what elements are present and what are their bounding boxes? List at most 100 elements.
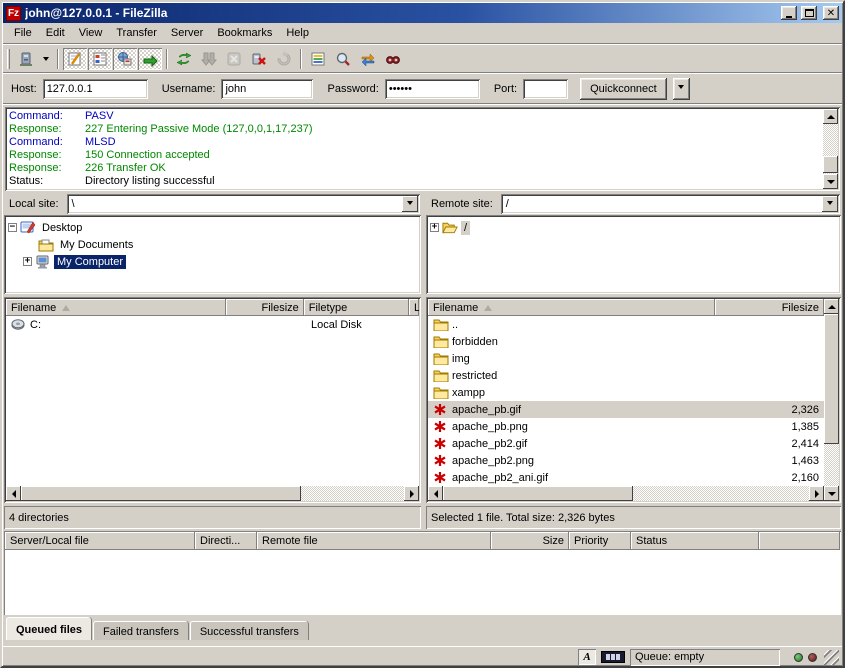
file-row[interactable]: apache_pb.png 1,385 bbox=[428, 418, 824, 435]
column-header-filename[interactable]: Filename bbox=[428, 299, 715, 316]
toggle-log-view-button[interactable] bbox=[63, 48, 87, 70]
column-header-priority[interactable]: Priority bbox=[569, 532, 631, 550]
toolbar-separator bbox=[57, 49, 59, 69]
disconnect-button[interactable] bbox=[247, 48, 271, 70]
collapse-icon[interactable]: − bbox=[8, 223, 17, 232]
file-row[interactable]: apache_pb2_ani.gif 2,160 bbox=[428, 469, 824, 486]
column-header-direction[interactable]: Directi... bbox=[195, 532, 257, 550]
column-header-lastmodified[interactable]: L bbox=[409, 299, 419, 316]
menu-bookmarks[interactable]: Bookmarks bbox=[210, 25, 279, 41]
tab-successful-transfers[interactable]: Successful transfers bbox=[190, 621, 309, 640]
menu-edit[interactable]: Edit bbox=[39, 25, 72, 41]
directory-filters-button[interactable] bbox=[306, 48, 330, 70]
file-row[interactable]: .. bbox=[428, 316, 824, 333]
quickconnect-dropdown-button[interactable] bbox=[673, 78, 690, 100]
remote-list-header: Filename Filesize bbox=[428, 299, 824, 316]
arrow-down-icon bbox=[828, 492, 836, 500]
tab-failed-transfers[interactable]: Failed transfers bbox=[93, 621, 189, 640]
menu-help[interactable]: Help bbox=[279, 25, 316, 41]
site-manager-button[interactable] bbox=[14, 48, 38, 70]
column-header-server-local-file[interactable]: Server/Local file bbox=[5, 532, 195, 550]
toolbar-grip bbox=[7, 49, 10, 69]
column-header-size[interactable]: Size bbox=[491, 532, 569, 550]
scroll-thumb[interactable] bbox=[823, 156, 838, 173]
scroll-right-button[interactable] bbox=[809, 486, 824, 501]
password-input[interactable] bbox=[385, 79, 480, 99]
tree-item-desktop[interactable]: − Desktop bbox=[8, 219, 417, 236]
tree-item-my-computer[interactable]: + My Computer bbox=[8, 253, 417, 270]
site-manager-dropdown-button[interactable] bbox=[39, 48, 53, 70]
port-label: Port: bbox=[494, 83, 517, 95]
find-files-button[interactable] bbox=[381, 48, 405, 70]
file-row[interactable]: restricted bbox=[428, 367, 824, 384]
cancel-operation-button[interactable] bbox=[222, 48, 246, 70]
remote-site-combobox[interactable]: / bbox=[501, 194, 840, 214]
tree-item-my-documents[interactable]: My Documents bbox=[8, 236, 417, 253]
combo-dropdown-button[interactable] bbox=[822, 196, 838, 212]
column-header-filename[interactable]: Filename bbox=[6, 299, 226, 316]
quickconnect-button[interactable]: Quickconnect bbox=[580, 78, 667, 100]
file-row[interactable]: xampp bbox=[428, 384, 824, 401]
log-scrollbar[interactable] bbox=[823, 109, 838, 189]
remote-vertical-scrollbar[interactable] bbox=[824, 299, 839, 501]
menu-view[interactable]: View bbox=[72, 25, 110, 41]
column-header-status[interactable]: Status bbox=[631, 532, 759, 550]
file-row[interactable]: forbidden bbox=[428, 333, 824, 350]
scroll-up-button[interactable] bbox=[823, 109, 838, 124]
port-input[interactable] bbox=[523, 79, 568, 99]
menu-server[interactable]: Server bbox=[164, 25, 210, 41]
tab-queued-files[interactable]: Queued files bbox=[6, 617, 92, 640]
column-header-filesize[interactable]: Filesize bbox=[715, 299, 824, 316]
maximize-button[interactable] bbox=[801, 6, 817, 20]
local-site-combobox[interactable]: \ bbox=[67, 194, 420, 214]
scroll-up-button[interactable] bbox=[824, 299, 839, 314]
host-input[interactable] bbox=[43, 79, 148, 99]
file-row[interactable]: C: Local Disk bbox=[6, 316, 419, 333]
toggle-remote-tree-button[interactable] bbox=[113, 48, 137, 70]
minimize-button[interactable] bbox=[781, 6, 797, 20]
column-header-remote-file[interactable]: Remote file bbox=[257, 532, 491, 550]
reconnect-button[interactable] bbox=[272, 48, 296, 70]
combo-dropdown-button[interactable] bbox=[402, 196, 418, 212]
queue-body[interactable] bbox=[5, 550, 840, 614]
scroll-thumb[interactable] bbox=[443, 486, 633, 501]
file-row[interactable]: img bbox=[428, 350, 824, 367]
resize-grip[interactable] bbox=[824, 650, 839, 665]
scroll-left-button[interactable] bbox=[6, 486, 21, 501]
file-row[interactable]: apache_pb2.gif 2,414 bbox=[428, 435, 824, 452]
host-label: Host: bbox=[11, 83, 37, 95]
refresh-button[interactable] bbox=[172, 48, 196, 70]
file-row[interactable]: apache_pb2.png 1,463 bbox=[428, 452, 824, 469]
menu-file[interactable]: File bbox=[7, 25, 39, 41]
directory-comparison-button[interactable] bbox=[331, 48, 355, 70]
scroll-down-button[interactable] bbox=[823, 174, 838, 189]
process-queue-button[interactable] bbox=[197, 48, 221, 70]
scroll-thumb[interactable] bbox=[21, 486, 301, 501]
transfer-queue: Server/Local file Directi... Remote file… bbox=[4, 531, 841, 615]
expand-icon[interactable]: + bbox=[23, 257, 32, 266]
minimize-icon bbox=[786, 16, 792, 18]
queue-header: Server/Local file Directi... Remote file… bbox=[5, 532, 840, 550]
scroll-right-button[interactable] bbox=[404, 486, 419, 501]
menu-transfer[interactable]: Transfer bbox=[109, 25, 164, 41]
transfer-type-ascii-icon[interactable]: A bbox=[578, 649, 596, 665]
column-header-filetype[interactable]: Filetype bbox=[304, 299, 409, 316]
arrow-down-icon bbox=[827, 180, 835, 188]
scroll-left-button[interactable] bbox=[428, 486, 443, 501]
sort-ascending-icon bbox=[484, 301, 492, 311]
local-horizontal-scrollbar[interactable] bbox=[6, 486, 419, 501]
synchronized-browsing-button[interactable] bbox=[356, 48, 380, 70]
scroll-thumb[interactable] bbox=[824, 314, 839, 444]
speed-limit-indicator-icon[interactable] bbox=[601, 651, 625, 663]
username-input[interactable] bbox=[221, 79, 313, 99]
refresh-icon bbox=[176, 51, 192, 67]
expand-icon[interactable]: + bbox=[430, 223, 439, 232]
toggle-local-tree-button[interactable] bbox=[88, 48, 112, 70]
tree-item-root[interactable]: + / bbox=[430, 219, 837, 236]
close-button[interactable]: ✕ bbox=[823, 6, 839, 20]
file-row-selected[interactable]: apache_pb.gif 2,326 bbox=[428, 401, 824, 418]
scroll-down-button[interactable] bbox=[824, 486, 839, 501]
toggle-transfer-queue-button[interactable] bbox=[138, 48, 162, 70]
remote-horizontal-scrollbar[interactable] bbox=[428, 486, 824, 501]
column-header-filesize[interactable]: Filesize bbox=[226, 299, 303, 316]
